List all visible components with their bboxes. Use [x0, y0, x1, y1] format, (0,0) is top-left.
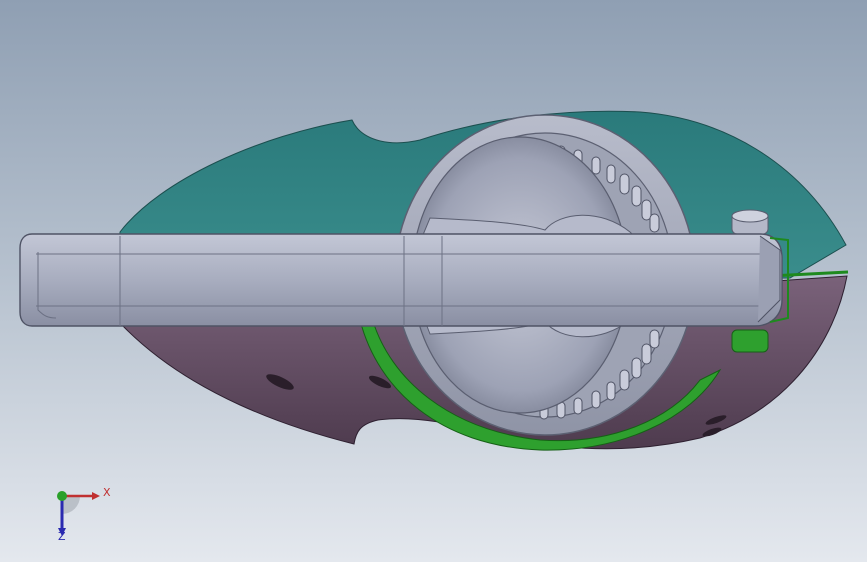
pivot-boss-bottom — [731, 329, 769, 353]
axis-triad: X Z — [40, 478, 120, 548]
pivot-boss-top-face — [731, 209, 769, 223]
axis-x-label: X — [103, 486, 111, 499]
cad-model[interactable] — [0, 0, 867, 562]
axis-z-label: Z — [58, 530, 66, 543]
cad-viewport[interactable]: X Z — [0, 0, 867, 562]
lever-handle[interactable] — [19, 233, 783, 327]
